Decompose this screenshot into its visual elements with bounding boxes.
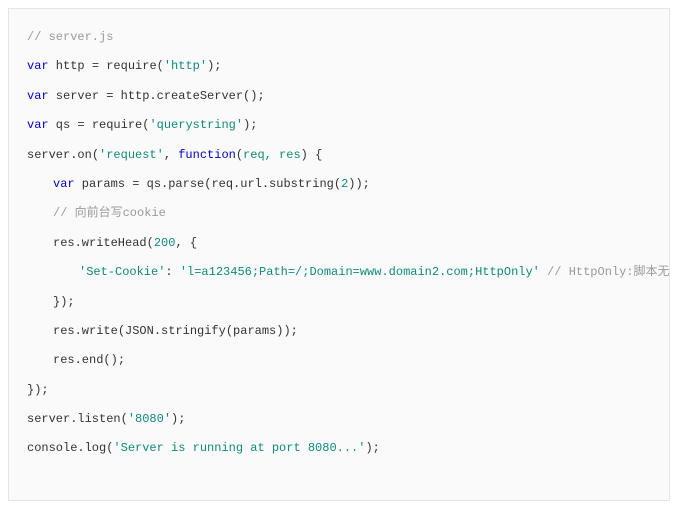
code-token: : — [165, 265, 179, 279]
code-token: { — [315, 148, 322, 162]
code-token: ( — [147, 236, 154, 250]
code-token: ); — [243, 118, 257, 132]
code-line: var qs = require('querystring'); — [27, 111, 651, 140]
code-line: server.listen('8080'); — [27, 405, 651, 434]
code-token: { — [190, 236, 197, 250]
code-line: res.writeHead(200, { — [27, 229, 651, 258]
code-token: ) — [301, 148, 308, 162]
code-token: res.write — [53, 324, 118, 338]
code-token: ); — [207, 59, 221, 73]
code-token: res.end — [53, 353, 103, 367]
code-token: )); — [348, 177, 370, 191]
code-token: 'http' — [164, 59, 207, 73]
code-token: )); — [276, 324, 298, 338]
code-line: console.log('Server is running at port 8… — [27, 434, 651, 463]
code-token: ( — [121, 412, 128, 426]
code-token: require — [92, 118, 142, 132]
code-token: // server.js — [27, 30, 113, 44]
code-token: 'querystring' — [149, 118, 243, 132]
code-line: res.write(JSON.stringify(params)); — [27, 317, 651, 346]
code-line: // 向前台写cookie — [27, 199, 651, 228]
code-token: var — [27, 59, 49, 73]
code-token: var — [27, 118, 49, 132]
code-token: 'Set-Cookie' — [79, 265, 165, 279]
code-token: req, res — [243, 148, 301, 162]
code-token: ( — [226, 324, 233, 338]
code-token: params — [233, 324, 276, 338]
code-token: res.writeHead — [53, 236, 147, 250]
code-token: (); — [103, 353, 125, 367]
code-token: ); — [365, 441, 379, 455]
code-line: var params = qs.parse(req.url.substring(… — [27, 170, 651, 199]
code-token: ( — [118, 324, 125, 338]
code-token: 200 — [154, 236, 176, 250]
code-token: require — [106, 59, 156, 73]
code-line: 'Set-Cookie': 'l=a123456;Path=/;Domain=w… — [27, 258, 651, 287]
code-token: = — [132, 177, 146, 191]
code-token: qs.parse — [147, 177, 205, 191]
code-token: , — [164, 148, 178, 162]
code-token: 'Server is running at port 8080...' — [113, 441, 365, 455]
code-line: }); — [27, 376, 651, 405]
code-token: server.listen — [27, 412, 121, 426]
code-token: 'l=a123456;Path=/;Domain=www.domain2.com… — [180, 265, 540, 279]
code-token: ( — [334, 177, 341, 191]
code-token: 'request' — [99, 148, 164, 162]
code-token: http.createServer — [121, 89, 243, 103]
code-token: '8080' — [128, 412, 171, 426]
code-token: function — [178, 148, 236, 162]
code-line: }); — [27, 288, 651, 317]
code-token: var — [27, 89, 49, 103]
code-token: // HttpOnly:脚本无法读取 — [547, 265, 670, 279]
code-token: req.url.substring — [211, 177, 333, 191]
code-token: ( — [236, 148, 243, 162]
code-line: var http = require('http'); — [27, 52, 651, 81]
code-token: = — [77, 118, 91, 132]
code-token: qs — [49, 118, 78, 132]
code-token: = — [92, 59, 106, 73]
code-line: res.end(); — [27, 346, 651, 375]
code-line: server.on('request', function(req, res) … — [27, 141, 651, 170]
code-token: ( — [92, 148, 99, 162]
code-token: ); — [171, 412, 185, 426]
code-token — [540, 265, 547, 279]
code-line: var server = http.createServer(); — [27, 82, 651, 111]
code-token: JSON.stringify — [125, 324, 226, 338]
code-token: console.log — [27, 441, 106, 455]
code-token: server — [49, 89, 107, 103]
code-token: (); — [243, 89, 265, 103]
code-block[interactable]: // server.jsvar http = require('http');v… — [8, 8, 670, 501]
code-token: // 向前台写cookie — [53, 206, 166, 220]
code-token: , — [175, 236, 189, 250]
code-token: http — [49, 59, 92, 73]
code-token: ( — [157, 59, 164, 73]
code-token: }); — [27, 383, 49, 397]
code-token: = — [106, 89, 120, 103]
code-token: params — [75, 177, 133, 191]
code-token: }); — [53, 295, 75, 309]
code-token — [308, 148, 315, 162]
code-line: // server.js — [27, 23, 651, 52]
code-token: var — [53, 177, 75, 191]
code-content: // server.jsvar http = require('http');v… — [9, 9, 669, 478]
code-token: server.on — [27, 148, 92, 162]
